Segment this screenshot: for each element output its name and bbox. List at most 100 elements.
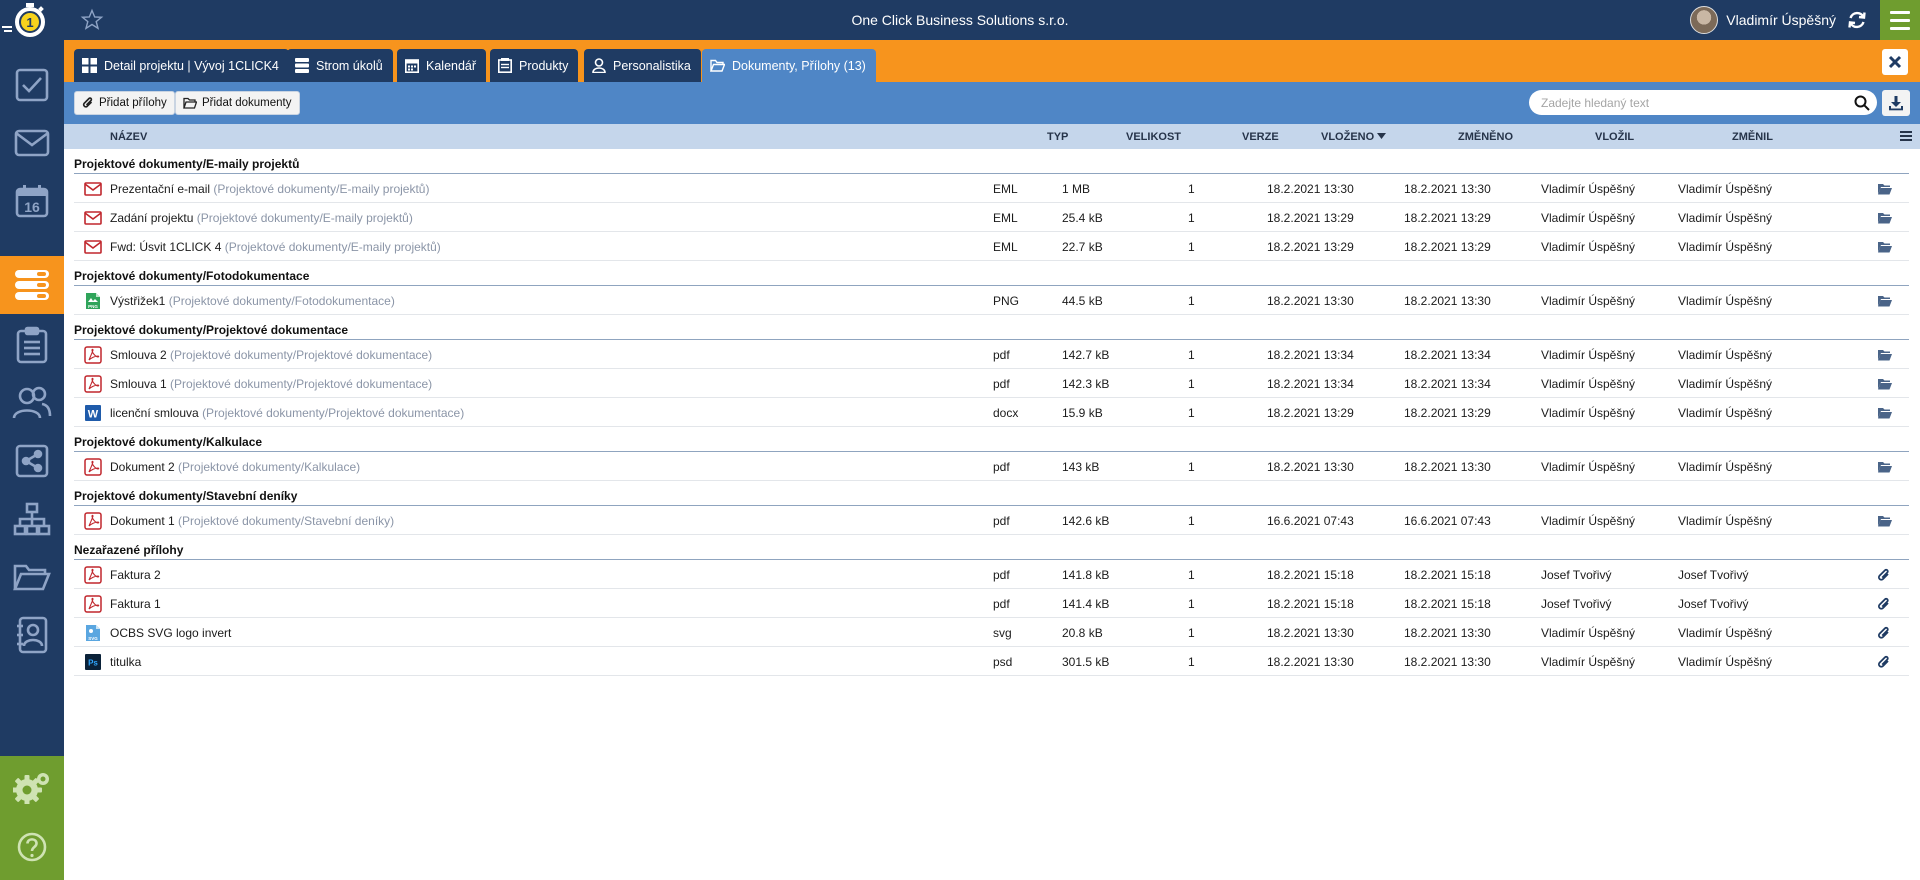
tab-project-detail[interactable]: Detail projektu | Vývoj 1CLICK4 xyxy=(74,49,289,82)
folder-link-icon[interactable] xyxy=(1877,514,1893,528)
column-menu-icon[interactable] xyxy=(1900,131,1912,141)
file-name-cell[interactable]: Faktura 2 xyxy=(110,568,161,582)
tab-documents[interactable]: Dokumenty, Přílohy (13) xyxy=(702,49,876,82)
sidebar-item-address-book[interactable] xyxy=(0,606,64,664)
folder-link-icon[interactable] xyxy=(1877,211,1893,225)
file-name-cell[interactable]: Smlouva 1 (Projektové dokumenty/Projekto… xyxy=(110,377,432,391)
svg-text:Ps: Ps xyxy=(88,659,98,668)
file-name[interactable]: licenční smlouva xyxy=(110,406,199,420)
column-version[interactable]: VERZE xyxy=(1242,131,1279,143)
sidebar-item-calendar[interactable]: 16 xyxy=(0,172,64,230)
file-name[interactable]: Faktura 1 xyxy=(110,597,161,611)
table-row[interactable]: Smlouva 2 (Projektové dokumenty/Projekto… xyxy=(74,340,1909,369)
column-inserted-by[interactable]: VLOŽIL xyxy=(1595,131,1634,143)
file-name-cell[interactable]: Fwd: Úsvit 1CLICK 4 (Projektové dokument… xyxy=(110,240,441,254)
sidebar-item-projects[interactable] xyxy=(0,256,64,314)
sync-icon[interactable] xyxy=(1846,9,1868,31)
cell-size: 22.7 kB xyxy=(1062,240,1103,254)
file-name-cell[interactable]: Smlouva 2 (Projektové dokumenty/Projekto… xyxy=(110,348,432,362)
favorite-star-icon[interactable] xyxy=(80,8,104,32)
file-name[interactable]: OCBS SVG logo invert xyxy=(110,626,231,640)
cell-version: 1 xyxy=(1188,597,1195,611)
sidebar-item-tasks[interactable] xyxy=(0,56,64,114)
file-name-cell[interactable]: licenční smlouva (Projektové dokumenty/P… xyxy=(110,406,464,420)
sidebar-item-reports[interactable] xyxy=(0,316,64,374)
clipboard-icon xyxy=(16,326,48,364)
table-row[interactable]: Wlicenční smlouva (Projektové dokumenty/… xyxy=(74,398,1909,427)
sidebar-item-contacts[interactable] xyxy=(0,374,64,432)
sidebar-item-share[interactable] xyxy=(0,432,64,490)
folder-link-icon[interactable] xyxy=(1877,460,1893,474)
file-name[interactable]: Zadání projektu xyxy=(110,211,193,225)
file-name[interactable]: Fwd: Úsvit 1CLICK 4 xyxy=(110,240,221,254)
folder-link-icon[interactable] xyxy=(1877,182,1893,196)
file-name-cell[interactable]: Dokument 1 (Projektové dokumenty/Stavebn… xyxy=(110,514,394,528)
file-name[interactable]: Smlouva 1 xyxy=(110,377,167,391)
folder-link-icon[interactable] xyxy=(1877,348,1893,362)
column-type[interactable]: TYP xyxy=(1047,131,1068,143)
file-name[interactable]: Dokument 1 xyxy=(110,514,175,528)
add-attachments-button[interactable]: Přidat přílohy xyxy=(74,91,175,115)
file-name[interactable]: titulka xyxy=(110,655,141,669)
column-changed-by[interactable]: ZMĚNIL xyxy=(1732,131,1773,143)
user-menu[interactable]: Vladimír Úspěšný xyxy=(1690,6,1836,34)
main-menu-button[interactable] xyxy=(1880,0,1920,40)
table-row[interactable]: Faktura 1 pdf 141.4 kB 1 18.2.2021 15:18 18.2… xyxy=(74,589,1909,618)
tab-personnel[interactable]: Personalistika xyxy=(584,49,701,82)
tab-task-tree[interactable]: Strom úkolů xyxy=(287,49,393,82)
app-logo[interactable]: 1 xyxy=(0,0,64,40)
cell-type: EML xyxy=(993,182,1018,196)
table-row[interactable]: Ps titulka psd 301.5 kB 1 18.2.2021 13:30 18.2… xyxy=(74,647,1909,676)
file-path: (Projektové dokumenty/E-maily projektů) xyxy=(213,182,430,196)
search-input[interactable] xyxy=(1529,90,1877,115)
file-name-cell[interactable]: Prezentační e-mail (Projektové dokumenty… xyxy=(110,182,429,196)
sidebar-item-help[interactable] xyxy=(0,818,64,876)
tab-products[interactable]: Produkty xyxy=(490,49,579,82)
paperclip-icon[interactable] xyxy=(1877,568,1893,582)
table-row[interactable]: Zadání projektu (Projektové dokumenty/E-… xyxy=(74,203,1909,232)
close-tab-button[interactable] xyxy=(1882,49,1908,75)
file-name[interactable]: Faktura 2 xyxy=(110,568,161,582)
column-name[interactable]: NÁZEV xyxy=(110,131,147,143)
download-button[interactable] xyxy=(1882,90,1910,116)
table-row[interactable]: Fwd: Úsvit 1CLICK 4 (Projektové dokument… xyxy=(74,232,1909,261)
table-row[interactable]: Dokument 2 (Projektové dokumenty/Kalkula… xyxy=(74,452,1909,481)
file-name[interactable]: Dokument 2 xyxy=(110,460,175,474)
tab-calendar[interactable]: Kalendář xyxy=(397,49,487,82)
folder-link-icon[interactable] xyxy=(1877,240,1893,254)
column-size[interactable]: VELIKOST xyxy=(1126,131,1181,143)
sidebar-item-mail[interactable] xyxy=(0,114,64,172)
table-row[interactable]: Faktura 2 pdf 141.8 kB 1 18.2.2021 15:18 18.2… xyxy=(74,560,1909,589)
table-row[interactable]: SVG OCBS SVG logo invert svg 20.8 kB 1 18.2.2… xyxy=(74,618,1909,647)
file-name-cell[interactable]: Faktura 1 xyxy=(110,597,161,611)
file-name[interactable]: Prezentační e-mail xyxy=(110,182,210,196)
tab-label: Personalistika xyxy=(613,58,691,73)
file-name-cell[interactable]: Zadání projektu (Projektové dokumenty/E-… xyxy=(110,211,413,225)
table-row[interactable]: Dokument 1 (Projektové dokumenty/Stavebn… xyxy=(74,506,1909,535)
column-changed[interactable]: ZMĚNĚNO xyxy=(1458,131,1513,143)
tab-bar: Detail projektu | Vývoj 1CLICK4 Strom úk… xyxy=(64,40,1920,82)
file-name[interactable]: Výstřižek1 xyxy=(110,294,165,308)
paperclip-icon[interactable] xyxy=(1877,626,1893,640)
folder-link-icon[interactable] xyxy=(1877,406,1893,420)
file-name-cell[interactable]: Dokument 2 (Projektové dokumenty/Kalkula… xyxy=(110,460,360,474)
add-documents-button[interactable]: Přidat dokumenty xyxy=(175,91,300,115)
file-name-cell[interactable]: OCBS SVG logo invert xyxy=(110,626,231,640)
paperclip-icon[interactable] xyxy=(1877,655,1893,669)
file-name[interactable]: Smlouva 2 xyxy=(110,348,167,362)
table-row[interactable]: Prezentační e-mail (Projektové dokumenty… xyxy=(74,174,1909,203)
search-icon[interactable] xyxy=(1854,95,1870,111)
sidebar-item-organization[interactable] xyxy=(0,490,64,548)
table-row[interactable]: Smlouva 1 (Projektové dokumenty/Projekto… xyxy=(74,369,1909,398)
table-row[interactable]: PNG Výstřižek1 (Projektové dokumenty/Foto… xyxy=(74,286,1909,315)
folder-link-icon[interactable] xyxy=(1877,377,1893,391)
sidebar-item-settings[interactable] xyxy=(0,758,64,816)
sidebar-item-documents[interactable] xyxy=(0,548,64,606)
paperclip-icon[interactable] xyxy=(1877,597,1893,611)
envelope-icon xyxy=(14,129,50,157)
folder-link-icon[interactable] xyxy=(1877,294,1893,308)
file-name-cell[interactable]: titulka xyxy=(110,655,141,669)
column-inserted[interactable]: VLOŽENO xyxy=(1321,131,1387,143)
folder-open-icon xyxy=(183,97,197,109)
file-name-cell[interactable]: Výstřižek1 (Projektové dokumenty/Fotodok… xyxy=(110,294,395,308)
